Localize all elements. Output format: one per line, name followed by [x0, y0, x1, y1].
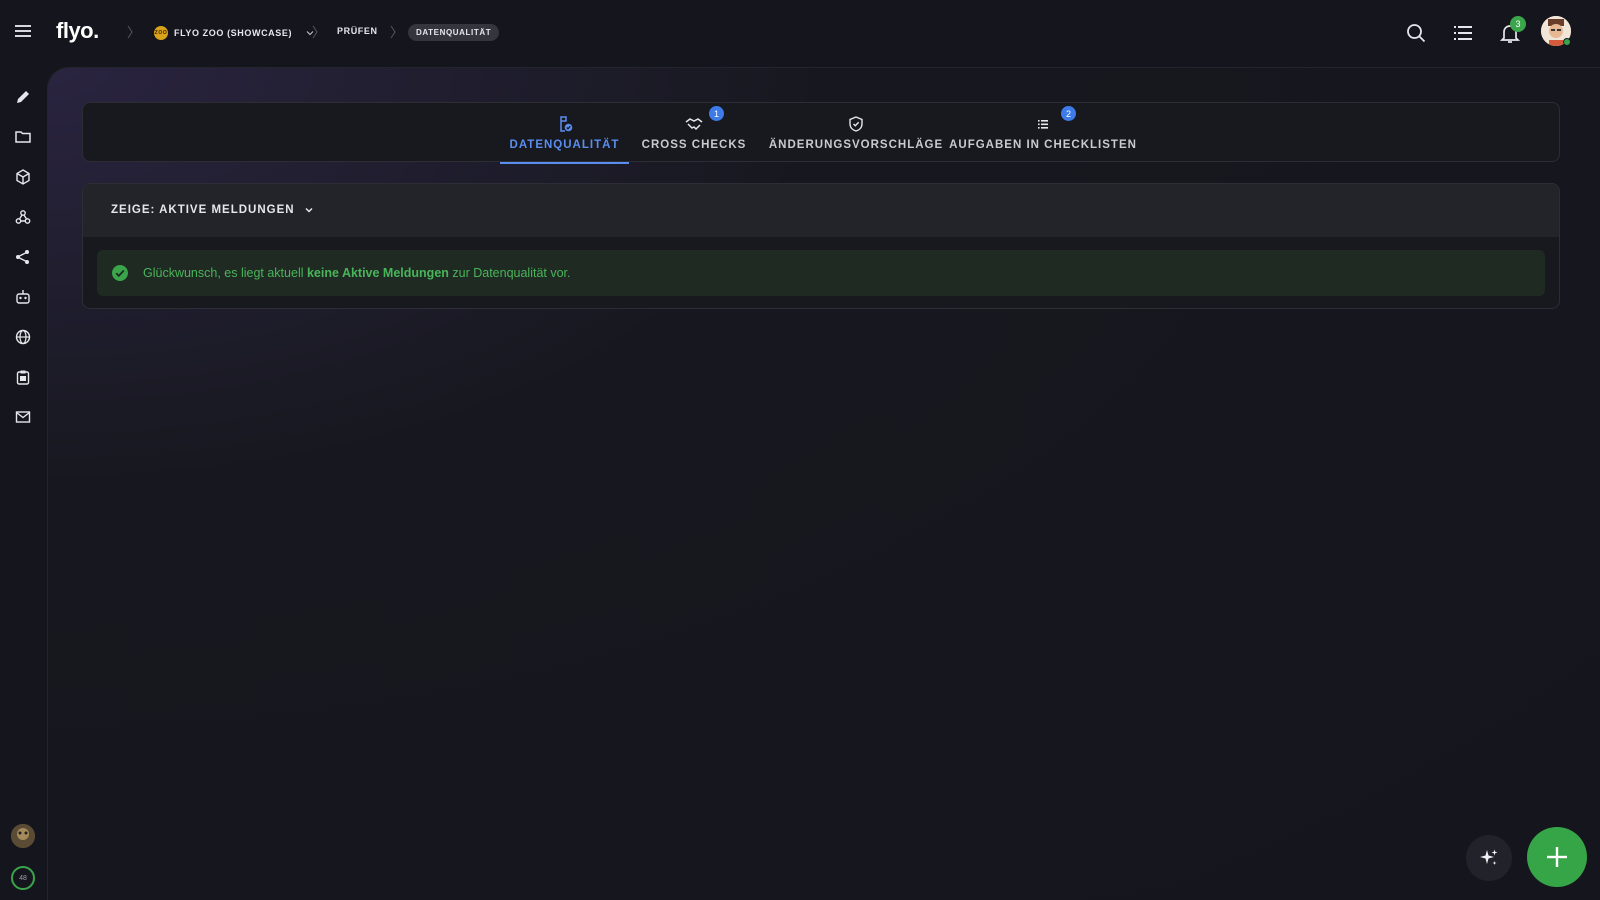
folder-icon[interactable] — [14, 128, 32, 146]
checklist-icon — [1038, 120, 1048, 129]
tab-label: ÄNDERUNGSVORSCHLÄGE — [768, 139, 944, 151]
tab-aufgaben-in-checklisten[interactable]: AUFGABEN IN CHECKLISTEN 2 — [949, 103, 1137, 163]
filter-dropdown[interactable]: ZEIGE: AKTIVE MELDUNGEN — [111, 204, 315, 216]
cube-icon[interactable] — [14, 168, 32, 186]
filter-label: ZEIGE: AKTIVE MELDUNGEN — [111, 204, 295, 216]
search-icon[interactable] — [1404, 21, 1428, 45]
filter-header: ZEIGE: AKTIVE MELDUNGEN — [83, 184, 1559, 237]
pencil-icon[interactable] — [14, 88, 32, 106]
breadcrumb-separator-icon — [390, 25, 396, 39]
tab-label: DATENQUALITÄT — [509, 139, 620, 151]
breadcrumb-project[interactable]: ZOO FLYO ZOO (SHOWCASE) — [154, 26, 314, 40]
workspace-avatar[interactable] — [11, 824, 35, 848]
chevron-down-icon — [305, 207, 313, 213]
project-logo-badge: ZOO — [154, 26, 168, 40]
top-bar: flyo. ZOO FLYO ZOO (SHOWCASE) PRÜFEN DAT… — [0, 0, 1600, 66]
tab-aenderungsvorschlaege[interactable]: ÄNDERUNGSVORSCHLÄGE — [768, 103, 944, 163]
handshake-icon — [685, 118, 703, 131]
shield-check-icon — [849, 116, 863, 132]
success-alert: Glückwunsch, es liegt aktuell keine Akti… — [97, 250, 1545, 296]
progress-ring[interactable]: 48 — [11, 866, 35, 890]
add-button[interactable] — [1527, 827, 1587, 887]
task-list-icon[interactable] — [1451, 21, 1475, 45]
tab-datenqualitaet[interactable]: DATENQUALITÄT — [500, 103, 629, 164]
tab-cross-checks[interactable]: CROSS CHECKS 1 — [641, 103, 747, 163]
left-rail: 48 — [0, 66, 47, 900]
globe-icon[interactable] — [14, 328, 32, 346]
sparkle-icon — [1480, 849, 1498, 865]
success-message: Glückwunsch, es liegt aktuell keine Akti… — [143, 266, 571, 280]
mail-icon[interactable] — [14, 408, 32, 426]
notification-count-badge: 3 — [1510, 16, 1526, 32]
app-root: flyo. ZOO FLYO ZOO (SHOWCASE) PRÜFEN DAT… — [0, 0, 1600, 900]
tab-label: AUFGABEN IN CHECKLISTEN — [949, 139, 1137, 151]
online-status-dot — [1563, 38, 1571, 46]
active-tab-indicator — [500, 162, 629, 164]
robot-icon[interactable] — [14, 288, 32, 306]
ai-assistant-button[interactable] — [1466, 835, 1512, 881]
webhook-icon[interactable] — [14, 208, 32, 226]
share-icon[interactable] — [14, 248, 32, 266]
plus-icon — [1547, 847, 1567, 867]
breadcrumb-separator-icon — [127, 25, 133, 39]
main-panel: DATENQUALITÄT CROSS CHECKS 1 ÄNDERUNGSVO… — [47, 67, 1600, 900]
success-message-suffix: zur Datenqualität vor. — [448, 266, 571, 280]
breadcrumb-project-label: FLYO ZOO (SHOWCASE) — [174, 28, 293, 38]
breadcrumb-current: DATENQUALITÄT — [408, 24, 500, 41]
breadcrumb-separator-icon — [312, 25, 318, 39]
tab-bar: DATENQUALITÄT CROSS CHECKS 1 ÄNDERUNGSVO… — [82, 102, 1560, 164]
success-message-prefix: Glückwunsch, es liegt aktuell — [143, 266, 307, 280]
success-message-emphasis: keine Aktive Meldungen — [306, 266, 449, 280]
tab-label: CROSS CHECKS — [641, 139, 747, 151]
check-circle-icon — [112, 265, 128, 281]
menu-icon[interactable] — [13, 21, 33, 41]
breadcrumb-section[interactable]: PRÜFEN — [337, 26, 378, 36]
results-card: ZEIGE: AKTIVE MELDUNGEN Glückwunsch, es … — [82, 183, 1560, 309]
tab-count-badge: 1 — [709, 106, 724, 121]
clipboard-icon[interactable] — [14, 368, 32, 386]
workspace-image-icon — [11, 824, 35, 848]
breadcrumb-section-label: PRÜFEN — [337, 26, 378, 36]
tab-count-badge: 2 — [1061, 106, 1076, 121]
app-logo[interactable]: flyo. — [56, 18, 99, 44]
data-quality-icon — [559, 116, 572, 132]
